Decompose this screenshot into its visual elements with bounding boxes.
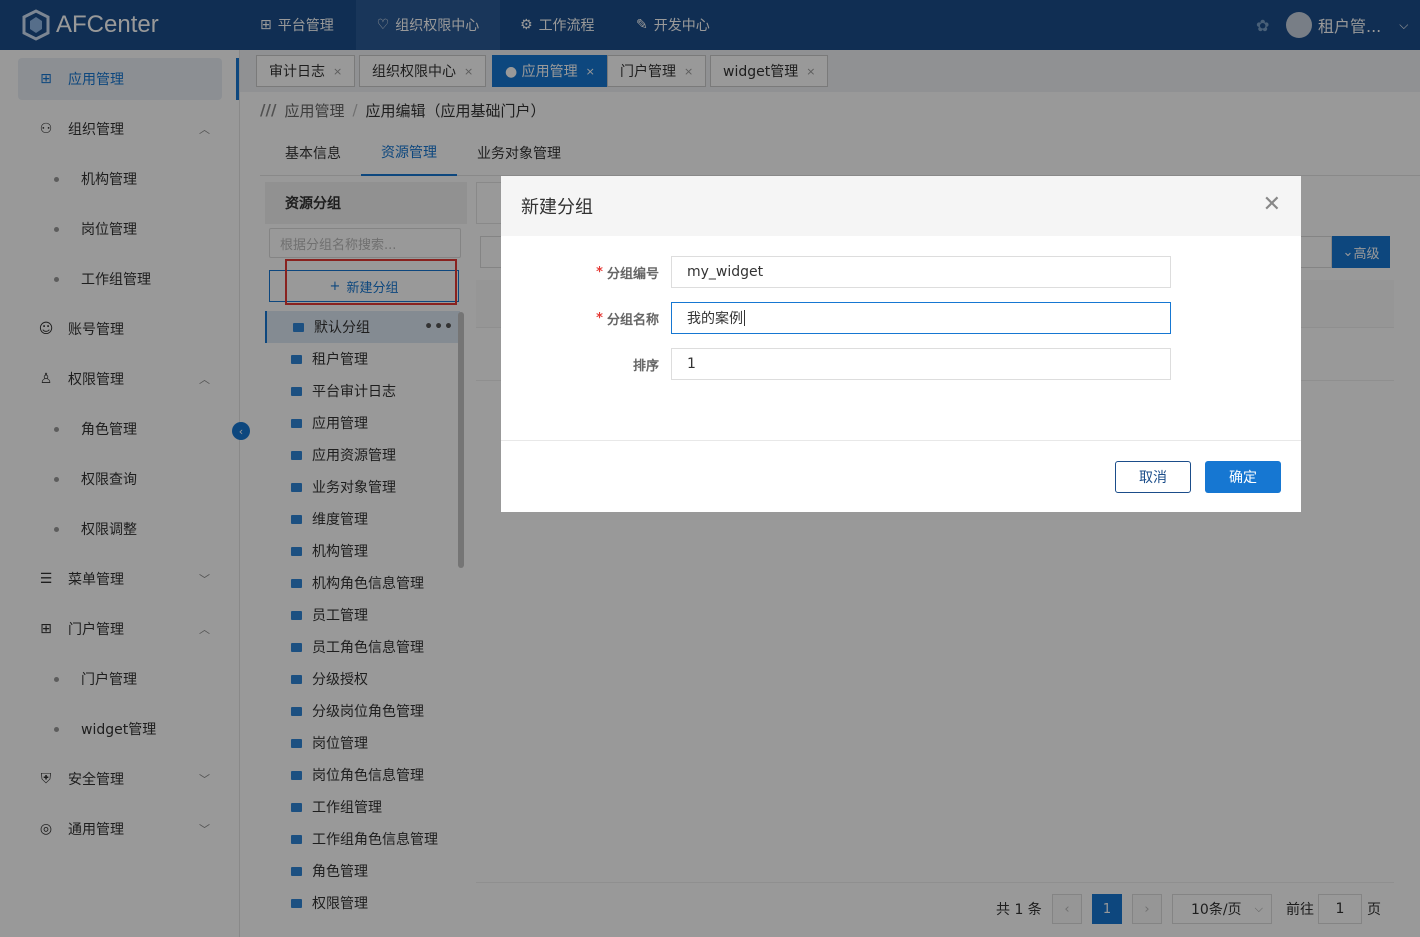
field-label-text: 排序 — [632, 358, 659, 374]
field-label-name: * 分组名称 — [501, 302, 659, 334]
input-value: my_widget — [687, 264, 764, 280]
field-label-text: 分组编号 — [606, 266, 659, 282]
group-code-input[interactable]: my_widget — [671, 256, 1171, 288]
text-cursor — [744, 310, 745, 326]
confirm-button[interactable]: 确定 — [1205, 461, 1281, 493]
required-mark: * — [596, 264, 603, 280]
field-label-code: * 分组编号 — [501, 256, 659, 288]
close-icon[interactable]: ✕ — [1263, 194, 1281, 216]
dialog-header: 新建分组 ✕ — [501, 176, 1301, 236]
cancel-button[interactable]: 取消 — [1115, 461, 1191, 493]
field-label-text: 分组名称 — [606, 312, 659, 328]
input-value: 我的案例 — [687, 311, 743, 327]
sort-order-input[interactable]: 1 — [671, 348, 1171, 380]
required-mark: * — [596, 310, 603, 326]
dialog-title: 新建分组 — [521, 197, 593, 218]
group-name-input[interactable]: 我的案例 — [671, 302, 1171, 334]
new-group-dialog: 新建分组 ✕ * 分组编号 my_widget * 分组名称 我的案例 排序 1 取… — [501, 176, 1301, 512]
input-value: 1 — [687, 356, 696, 372]
field-label-sort: 排序 — [501, 348, 659, 380]
dialog-footer-divider — [501, 440, 1301, 441]
